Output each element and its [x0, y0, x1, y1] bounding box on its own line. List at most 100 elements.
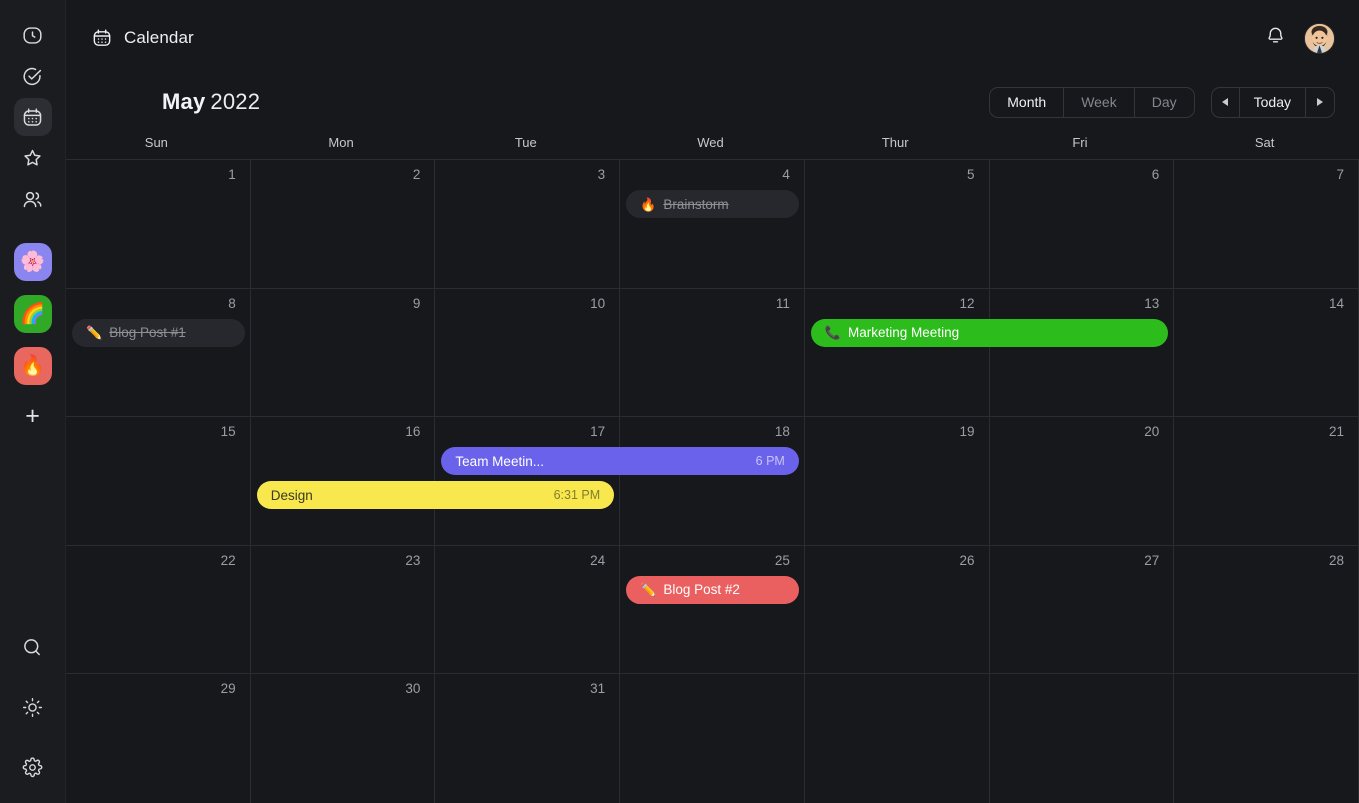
weekday-label: Sun — [144, 135, 168, 150]
calendar-day-cell[interactable]: 5 — [805, 160, 990, 288]
calendar-event[interactable]: ✏️ Blog Post #2 — [626, 575, 799, 604]
calendar-day-cell[interactable]: 18 — [620, 417, 805, 545]
avatar[interactable] — [1304, 22, 1335, 54]
calendar-day-cell[interactable] — [805, 674, 990, 803]
day-number: 9 — [412, 295, 421, 311]
calendar-event[interactable]: ✏️ Blog Post #1 — [72, 318, 245, 347]
people-icon — [22, 189, 43, 210]
day-number: 18 — [774, 424, 790, 440]
sidebar-item-tasks[interactable] — [14, 57, 52, 95]
check-circle-icon — [22, 66, 43, 87]
weekday-label: Wed — [697, 135, 724, 150]
calendar-day-cell[interactable]: 29 — [66, 674, 251, 803]
day-number: 11 — [775, 295, 790, 311]
day-number: 5 — [967, 167, 975, 182]
calendar-day-cell[interactable]: 22 — [66, 545, 251, 674]
calendar-day-cell[interactable]: 21 — [1174, 417, 1359, 545]
calendar-day-cell[interactable]: 13 — [990, 288, 1175, 417]
workspace-fire[interactable]: 🔥 — [13, 347, 52, 385]
sidebar-item-clock[interactable] — [14, 16, 52, 54]
calendar-week-row: 22 23 24 25 26 27 28 ✏️ Blog Post #2 — [66, 545, 1359, 675]
next-month-button[interactable] — [1306, 88, 1334, 117]
calendar-event[interactable]: 🔥 Brainstorm — [626, 190, 799, 218]
calendar-day-cell[interactable]: 2 — [251, 160, 436, 288]
calendar-day-cell[interactable]: 26 — [805, 545, 990, 674]
previous-month-button[interactable] — [1212, 87, 1240, 117]
month-name: May — [162, 89, 206, 114]
calendar-day-cell[interactable]: 3 — [435, 160, 621, 288]
day-number: 26 — [959, 552, 975, 568]
calendar-day-cell[interactable]: 30 — [251, 674, 436, 803]
day-number: 13 — [1144, 295, 1160, 311]
sidebar-item-search[interactable] — [14, 628, 52, 666]
calendar-icon — [22, 107, 43, 128]
calendar-day-cell[interactable]: 27 — [990, 545, 1175, 674]
sidebar-item-settings[interactable] — [14, 748, 52, 786]
calendar-day-cell[interactable]: 9 — [251, 288, 436, 417]
event-emoji-icon: 🔥 — [640, 196, 657, 212]
month-title-row: May 2022 Month Week Day Today — [66, 78, 1359, 126]
event-emoji-icon: ✏️ — [86, 325, 103, 341]
brightness-icon — [22, 697, 43, 718]
calendar-day-cell[interactable]: 6 — [990, 160, 1175, 288]
calendar-day-cell[interactable]: 28 — [1174, 545, 1359, 674]
bell-icon — [1265, 25, 1286, 51]
clock-icon — [22, 25, 43, 46]
calendar-day-cell[interactable]: 1 — [66, 160, 251, 288]
fire-icon: 🔥 — [20, 355, 45, 377]
day-number: 14 — [1328, 295, 1344, 311]
event-title: Marketing Meeting — [848, 325, 960, 341]
calendar-event[interactable]: Design 6:31 PM — [256, 481, 615, 510]
sidebar-item-favorites[interactable] — [14, 139, 52, 177]
calendar-day-cell[interactable]: 20 — [990, 417, 1175, 545]
day-number: 15 — [220, 424, 236, 440]
add-workspace-button[interactable]: + — [14, 397, 52, 435]
calendar-day-cell[interactable]: 15 — [66, 417, 251, 545]
calendar-day-cell[interactable] — [1174, 674, 1359, 803]
day-number: 16 — [405, 424, 421, 440]
day-number: 10 — [590, 295, 606, 311]
sidebar-item-theme[interactable] — [14, 688, 52, 726]
view-option-month[interactable]: Month — [990, 87, 1065, 117]
calendar-day-cell[interactable]: 14 — [1174, 288, 1359, 417]
workspace-cherry[interactable]: 🌸 — [13, 243, 52, 281]
notifications-button[interactable] — [1265, 25, 1286, 51]
avatar-image — [1305, 23, 1334, 53]
calendar-day-cell[interactable]: 4 — [620, 160, 805, 288]
calendar-day-cell[interactable]: 24 — [435, 545, 621, 674]
calendar-day-cell[interactable] — [990, 674, 1175, 803]
day-number: 20 — [1144, 424, 1160, 440]
calendar-day-cell[interactable]: 19 — [805, 417, 990, 545]
calendar-day-cell[interactable]: 7 — [1174, 160, 1359, 288]
day-number: 25 — [774, 552, 790, 568]
day-number: 12 — [959, 295, 975, 311]
day-number: 21 — [1328, 424, 1344, 440]
sidebar-item-calendar[interactable] — [13, 98, 52, 136]
calendar-day-cell[interactable] — [620, 674, 805, 803]
day-number: 24 — [590, 552, 606, 568]
day-number: 31 — [590, 681, 606, 697]
calendar-day-cell[interactable]: 25 — [620, 545, 805, 674]
calendar-day-cell[interactable]: 8 — [66, 288, 251, 417]
view-switcher: Month Week Day — [989, 86, 1195, 118]
view-option-day[interactable]: Day — [1135, 88, 1194, 117]
calendar-day-cell[interactable]: 10 — [435, 288, 621, 417]
date-navigation: Today — [1210, 86, 1335, 118]
weekday-label: Fri — [1072, 135, 1088, 150]
calendar-day-cell[interactable]: 31 — [435, 674, 621, 803]
day-number: 27 — [1144, 552, 1160, 568]
calendar-event[interactable]: 📞 Marketing Meeting — [810, 318, 1169, 347]
calendar-event[interactable]: Team Meetin... 6 PM — [441, 447, 799, 476]
event-title: Design — [270, 487, 313, 503]
day-number: 7 — [1336, 167, 1344, 182]
calendar-day-cell[interactable]: 11 — [620, 288, 805, 417]
calendar-grid: 1 2 3 4 5 6 7 🔥 Brainstorm 8 9 10 11 12 13 14 ✏️ Blog Pos… — [66, 160, 1359, 803]
today-button[interactable]: Today — [1240, 87, 1306, 117]
workspace-rainbow[interactable]: 🌈 — [13, 295, 52, 333]
topbar: Calendar — [66, 0, 1359, 76]
day-number: 23 — [405, 552, 421, 568]
calendar-day-cell[interactable]: 23 — [251, 545, 436, 674]
calendar-day-cell[interactable]: 12 — [805, 288, 990, 417]
sidebar-item-contacts[interactable] — [14, 180, 52, 218]
view-option-week[interactable]: Week — [1064, 87, 1135, 117]
